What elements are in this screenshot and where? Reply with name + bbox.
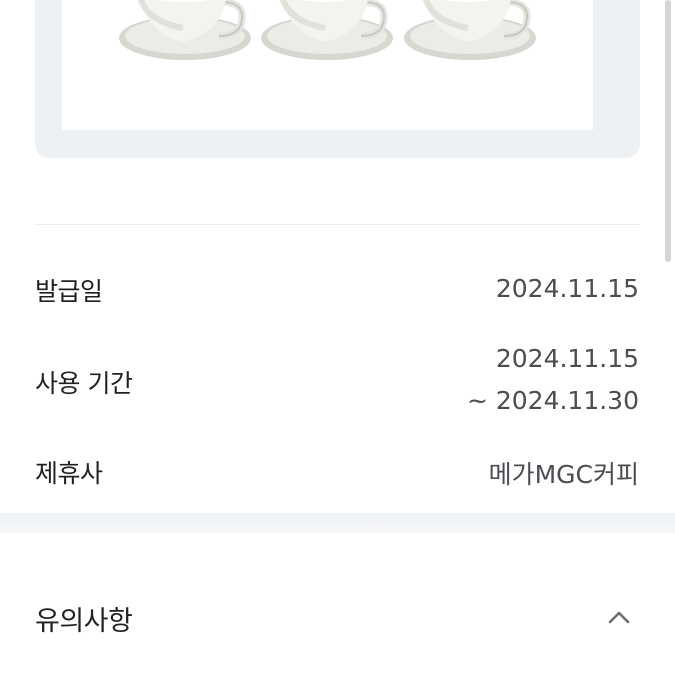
scrollbar[interactable] — [665, 0, 671, 262]
coffee-cup-icon — [404, 0, 536, 60]
section-divider — [0, 513, 675, 533]
product-image-card — [35, 0, 640, 158]
product-image — [62, 0, 593, 130]
chevron-up-icon — [608, 611, 630, 624]
notice-toggle-button[interactable] — [598, 600, 640, 634]
partner-label: 제휴사 — [35, 459, 103, 488]
issue-date-label: 발급일 — [35, 277, 103, 306]
partner-value: 메가MGC커피 — [488, 460, 639, 489]
coffee-cup-icon — [261, 0, 393, 60]
usage-period-start: 2024.11.15 — [495, 344, 639, 373]
usage-period-end: ~ 2024.11.30 — [466, 386, 639, 415]
notice-title: 유의사항 — [35, 606, 133, 637]
gifticon-detail-page: 발급일 2024.11.15 사용 기간 2024.11.15 ~ 2024.1… — [0, 0, 675, 675]
issue-date-value: 2024.11.15 — [495, 274, 639, 303]
divider — [35, 224, 640, 225]
usage-period-label: 사용 기간 — [35, 369, 133, 398]
coffee-cup-icon — [119, 0, 251, 60]
